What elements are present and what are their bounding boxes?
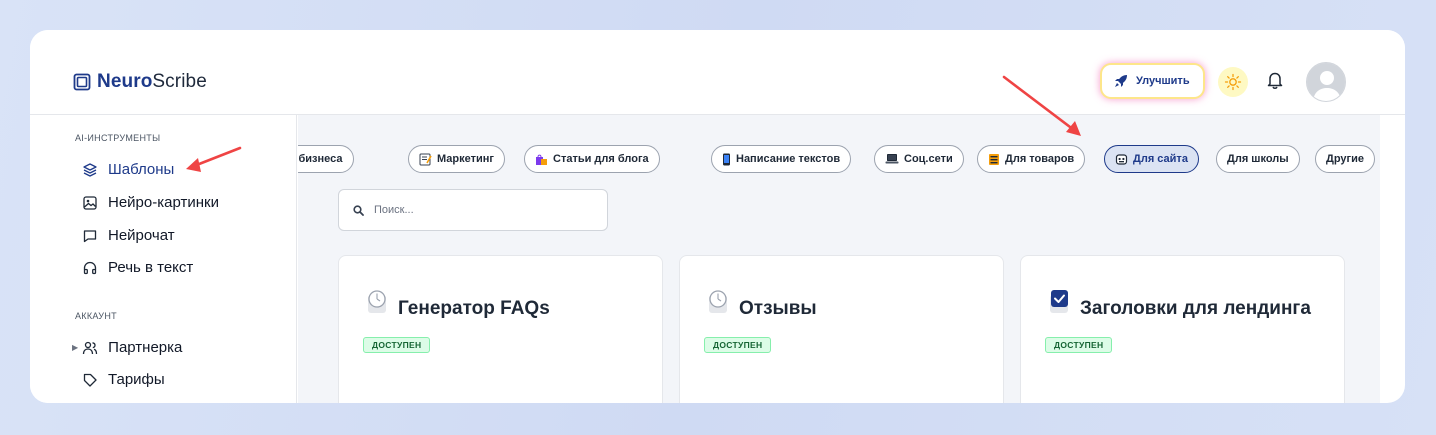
headphones-icon [82,260,98,276]
chip-label: Для товаров [1005,153,1075,165]
chat-icon [82,228,98,244]
category-chip-blog-articles[interactable]: Статьи для блога [524,145,660,173]
clock-icon [709,290,727,313]
robot-icon [1115,153,1128,165]
category-chip-copywriting[interactable]: Написание текстов [711,145,852,173]
category-chip-school[interactable]: Для школы [1216,145,1300,173]
layers-icon [82,162,98,178]
card-title: Отзывы [739,298,817,319]
upgrade-button[interactable]: Улучшить [1102,65,1203,97]
sidebar-item-label: Шаблоны [108,161,175,178]
image-icon [82,195,98,211]
laptop-icon [885,154,899,164]
caret-right-icon: ▶ [72,343,79,352]
logo-text-rest: Scribe [152,71,207,92]
sidebar-item-speech-to-text[interactable]: Речь в текст [82,259,193,276]
sidebar-item-label: Нейрочат [108,227,175,244]
chip-label: Маркетинг [437,153,494,165]
card-title: Заголовки для лендинга [1080,298,1311,319]
search-icon [353,204,364,216]
sidebar-section-tools: AI-ИНСТРУМЕНТЫ [75,133,161,143]
logo[interactable]: NeuroScribe [73,71,207,93]
memo-icon [419,153,432,165]
ledger-icon [989,153,999,165]
logo-icon [73,73,91,91]
sidebar-section-account: АККАУНТ [75,311,117,321]
status-badge: ДОСТУПЕН [704,337,772,353]
rocket-icon [1115,75,1127,87]
status-badge: ДОСТУПЕН [1045,337,1113,353]
sidebar-item-neuro-images[interactable]: Нейро-картинки [82,194,219,211]
mobile-phone-icon [723,153,730,165]
sidebar: AI-ИНСТРУМЕНТЫ Шаблоны Нейро-картинки Не… [30,115,297,403]
search-placeholder: Поиск... [374,204,414,216]
chip-label: Другие [1326,153,1364,165]
logo-text-bold: Neuro [97,71,153,92]
check-box-icon [1050,290,1068,313]
template-card-reviews[interactable]: Отзывы ДОСТУПЕН [679,255,1004,403]
notifications-button[interactable] [1266,70,1284,95]
sidebar-item-label: Партнерка [108,339,183,356]
sidebar-item-label: Тарифы [108,371,165,388]
clock-icon [368,290,386,313]
chip-label: Для школы [1227,153,1289,165]
category-chip-website[interactable]: Для сайта [1104,145,1199,173]
chip-label: Соц.сети [904,153,953,165]
category-chip-social-media[interactable]: Соц.сети [874,145,964,173]
chip-label: Написание текстов [736,153,841,165]
upgrade-label: Улучшить [1136,75,1190,87]
avatar-placeholder-icon [1307,63,1345,101]
chip-label: Для сайта [1133,153,1188,165]
app-window: NeuroScribe Улучшить AI-ИНСТРУМЕНТЫ Шабл… [30,30,1405,403]
chip-label: Статьи для блога [553,153,649,165]
user-avatar[interactable] [1306,62,1346,102]
sidebar-item-partners[interactable]: ▶ Партнерка [72,339,182,356]
category-chip-other[interactable]: Другие [1315,145,1375,173]
template-card-faq-generator[interactable]: Генератор FAQs ДОСТУПЕН [338,255,663,403]
sidebar-item-neurochat[interactable]: Нейрочат [82,227,175,244]
tag-icon [82,372,98,388]
sidebar-item-label: Речь в текст [108,259,194,276]
sun-icon [1224,73,1242,91]
shopping-bags-icon [536,154,547,165]
category-chip-products[interactable]: Для товаров [977,145,1086,173]
theme-toggle-button[interactable] [1218,67,1248,97]
search-input[interactable]: Поиск... [338,189,608,231]
status-badge: ДОСТУПЕН [363,337,431,353]
category-filter-bar[interactable]: я бизнеса Маркетинг Статьи для блога Нап… [298,145,1380,173]
bell-icon [1267,72,1283,89]
card-title: Генератор FAQs [398,298,550,319]
users-icon [82,340,98,356]
chip-label: я бизнеса [298,153,343,165]
category-chip-marketing[interactable]: Маркетинг [408,145,505,173]
sidebar-item-pricing[interactable]: Тарифы [82,371,165,388]
category-chip-business[interactable]: я бизнеса [298,145,354,173]
template-card-landing-headlines[interactable]: Заголовки для лендинга ДОСТУПЕН [1020,255,1345,403]
main-content: я бизнеса Маркетинг Статьи для блога Нап… [298,115,1380,403]
sidebar-item-label: Нейро-картинки [108,194,219,211]
top-bar: NeuroScribe Улучшить [30,30,1405,115]
sidebar-item-templates[interactable]: Шаблоны [82,161,174,178]
